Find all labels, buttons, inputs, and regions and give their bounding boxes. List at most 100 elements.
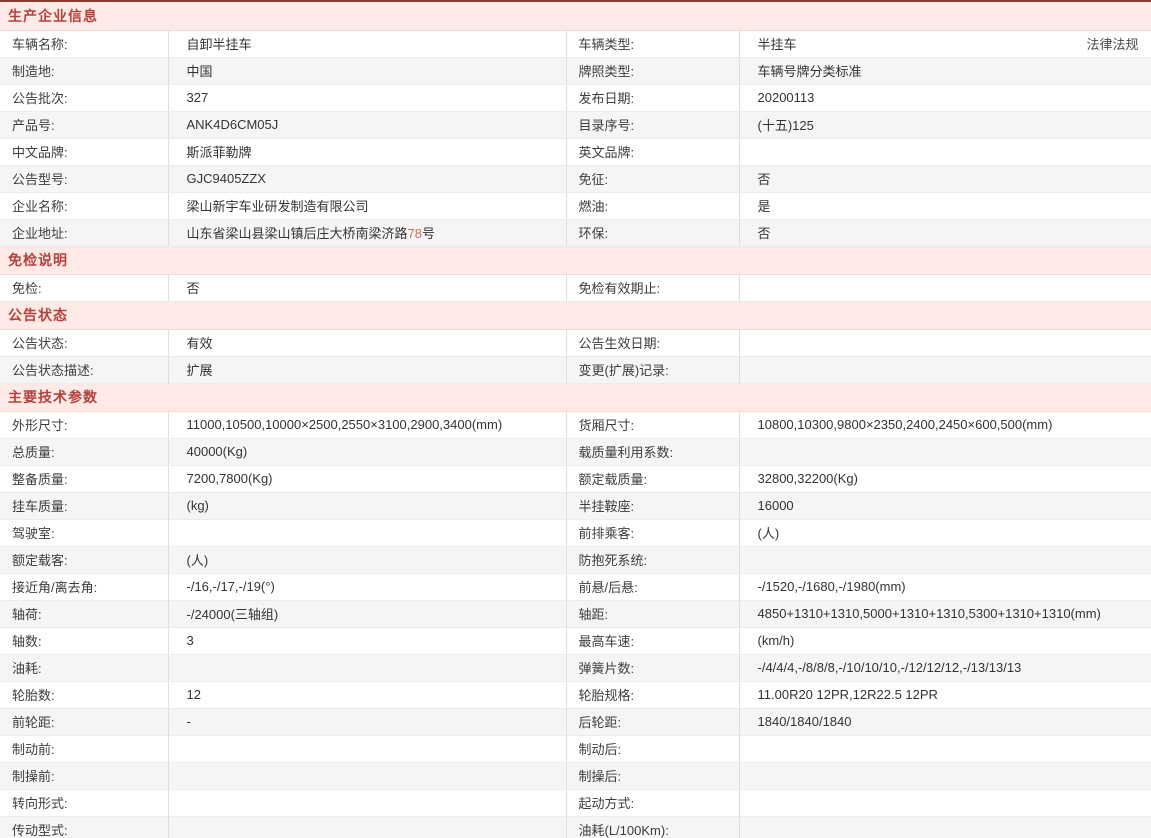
field-value: (人) [168,546,566,573]
field-value: 11000,10500,10000×2500,2550×3100,2900,34… [168,411,566,438]
table-row: 油耗:弹簧片数:-/4/4/4,-/8/8/8,-/10/10/10,-/12/… [0,654,1151,681]
section-header-row: 主要技术参数 [0,383,1151,411]
field-value: (km/h) [739,627,1151,654]
field-label: 半挂鞍座: [566,492,739,519]
field-label: 目录序号: [566,111,739,138]
field-label: 公告生效日期: [566,329,739,356]
field-label: 额定载客: [0,546,168,573]
field-value [168,762,566,789]
section-1: 免检说明免检:否免检有效期止: [0,246,1151,301]
field-label: 轴荷: [0,600,168,627]
field-label: 防抱死系统: [566,546,739,573]
field-value: 7200,7800(Kg) [168,465,566,492]
field-value [739,274,1151,301]
section-3: 主要技术参数外形尺寸:11000,10500,10000×2500,2550×3… [0,383,1151,838]
field-value: 半挂车法律法规 [739,30,1151,57]
field-label: 产品号: [0,111,168,138]
field-label: 企业名称: [0,192,168,219]
field-label: 公告状态: [0,329,168,356]
field-label: 传动型式: [0,816,168,838]
field-value: 32800,32200(Kg) [739,465,1151,492]
table-row: 产品号:ANK4D6CM05J目录序号:(十五)125 [0,111,1151,138]
field-value [739,329,1151,356]
table-row: 公告状态描述:扩展变更(扩展)记录: [0,356,1151,383]
section-2: 公告状态公告状态:有效公告生效日期:公告状态描述:扩展变更(扩展)记录: [0,301,1151,383]
field-label: 公告状态描述: [0,356,168,383]
field-label: 轴距: [566,600,739,627]
table-row: 传动型式: 油耗(L/100Km): [0,816,1151,838]
field-value: 否 [739,165,1151,192]
field-label: 燃油: [566,192,739,219]
value-text: 号 [422,226,435,241]
field-value: 20200113 [739,84,1151,111]
table-row: 外形尺寸:11000,10500,10000×2500,2550×3100,29… [0,411,1151,438]
value-text: 山东省梁山县梁山镇后庄大桥南梁济路 [187,226,408,241]
table-row: 接近角/离去角:-/16,-/17,-/19(°)前悬/后悬:-/1520,-/… [0,573,1151,600]
table-row: 车辆名称:自卸半挂车车辆类型:半挂车法律法规 [0,30,1151,57]
field-label: 前轮距: [0,708,168,735]
field-label: 公告型号: [0,165,168,192]
field-label: 后轮距: [566,708,739,735]
section-title: 生产企业信息 [0,2,1151,30]
field-value [739,789,1151,816]
field-value: 否 [168,274,566,301]
table-row: 制动前:制动后: [0,735,1151,762]
field-value [739,735,1151,762]
field-label: 牌照类型: [566,57,739,84]
field-value [168,519,566,546]
field-label: 免征: [566,165,739,192]
section-title: 免检说明 [0,246,1151,274]
field-label: 货厢尺寸: [566,411,739,438]
field-value: -/16,-/17,-/19(°) [168,573,566,600]
field-value: (kg) [168,492,566,519]
field-label: 额定载质量: [566,465,739,492]
field-value [739,138,1151,165]
field-label: 最高车速: [566,627,739,654]
table-row: 制操前:制操后: [0,762,1151,789]
field-label: 整备质量: [0,465,168,492]
field-label: 变更(扩展)记录: [566,356,739,383]
field-label: 总质量: [0,438,168,465]
field-value: 否 [739,219,1151,246]
table-row: 轮胎数:12轮胎规格:11.00R20 12PR,12R22.5 12PR [0,681,1151,708]
field-value: (人) [739,519,1151,546]
highlighted-text: 78 [408,226,422,241]
field-value: 梁山新宇车业研发制造有限公司 [168,192,566,219]
section-header-row: 公告状态 [0,301,1151,329]
field-label: 环保: [566,219,739,246]
field-value [168,735,566,762]
table-row: 公告状态:有效公告生效日期: [0,329,1151,356]
table-row: 中文品牌:斯派菲勒牌英文品牌: [0,138,1151,165]
field-value: 4850+1310+1310,5000+1310+1310,5300+1310+… [739,600,1151,627]
field-value: 11.00R20 12PR,12R22.5 12PR [739,681,1151,708]
field-value [168,654,566,681]
field-label: 制造地: [0,57,168,84]
table-row: 轴数:3最高车速:(km/h) [0,627,1151,654]
field-label: 制操前: [0,762,168,789]
field-value [168,816,566,838]
field-value: 16000 [739,492,1151,519]
field-label: 转向形式: [0,789,168,816]
field-label: 起动方式: [566,789,739,816]
field-value [739,356,1151,383]
field-label: 油耗(L/100Km): [566,816,739,838]
table-row: 额定载客:(人)防抱死系统: [0,546,1151,573]
table-row: 制造地:中国牌照类型:车辆号牌分类标准 [0,57,1151,84]
field-value: 山东省梁山县梁山镇后庄大桥南梁济路78号 [168,219,566,246]
field-label: 中文品牌: [0,138,168,165]
field-value [168,789,566,816]
field-label: 企业地址: [0,219,168,246]
table-row: 企业名称:梁山新宇车业研发制造有限公司燃油:是 [0,192,1151,219]
field-label: 油耗: [0,654,168,681]
field-label: 前排乘客: [566,519,739,546]
field-value: 1840/1840/1840 [739,708,1151,735]
section-title: 主要技术参数 [0,383,1151,411]
field-label: 英文品牌: [566,138,739,165]
field-value: -/4/4/4,-/8/8/8,-/10/10/10,-/12/12/12,-/… [739,654,1151,681]
field-label: 车辆类型: [566,30,739,57]
legal-regulations-link[interactable]: 法律法规 [1086,34,1138,53]
table-row: 企业地址:山东省梁山县梁山镇后庄大桥南梁济路78号环保:否 [0,219,1151,246]
field-value: -/1520,-/1680,-/1980(mm) [739,573,1151,600]
field-value [739,762,1151,789]
field-value: 40000(Kg) [168,438,566,465]
